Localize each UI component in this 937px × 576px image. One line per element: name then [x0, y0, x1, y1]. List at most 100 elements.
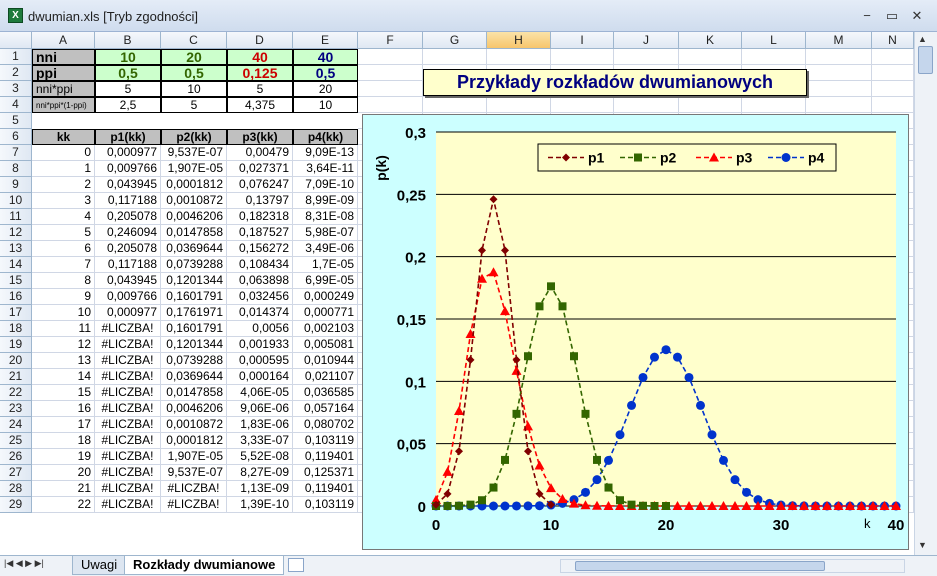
empty-cell[interactable] — [872, 81, 914, 97]
table-cell[interactable]: 0,205078 — [95, 241, 161, 257]
table-cell[interactable]: 1,907E-05 — [161, 161, 227, 177]
column-header-h[interactable]: H — [487, 32, 551, 49]
table-cell[interactable]: 0,0001812 — [161, 433, 227, 449]
table-cell[interactable]: 22 — [32, 497, 95, 513]
table-cell[interactable]: 0,0010872 — [161, 193, 227, 209]
table-header-p1kk[interactable]: p1(kk) — [95, 129, 161, 145]
table-cell[interactable]: 0,187527 — [227, 225, 293, 241]
empty-cell[interactable] — [358, 97, 423, 113]
table-cell[interactable]: 0,0369644 — [161, 369, 227, 385]
column-header-j[interactable]: J — [614, 32, 679, 49]
empty-cell[interactable] — [358, 65, 423, 81]
table-cell[interactable]: 3,33E-07 — [227, 433, 293, 449]
column-header-i[interactable]: I — [551, 32, 614, 49]
empty-cell[interactable] — [679, 97, 742, 113]
table-cell[interactable]: 1,907E-05 — [161, 449, 227, 465]
table-cell[interactable]: 19 — [32, 449, 95, 465]
table-cell[interactable]: 0,125371 — [293, 465, 358, 481]
insert-sheet-icon[interactable] — [288, 558, 304, 572]
scroll-up-arrow[interactable]: ▲ — [918, 34, 927, 44]
table-cell[interactable]: #LICZBA! — [95, 369, 161, 385]
table-cell[interactable]: 0,0001812 — [161, 177, 227, 193]
table-header-kk[interactable]: kk — [32, 129, 95, 145]
row-header-13[interactable]: 13 — [0, 241, 32, 257]
table-cell[interactable]: 0,0739288 — [161, 257, 227, 273]
vertical-scrollbar[interactable]: ▲ ▼ — [914, 32, 937, 555]
table-cell[interactable]: 4,06E-05 — [227, 385, 293, 401]
table-cell[interactable]: 0,009766 — [95, 289, 161, 305]
row-header-16[interactable]: 16 — [0, 289, 32, 305]
column-header-g[interactable]: G — [423, 32, 487, 49]
column-header-l[interactable]: L — [742, 32, 806, 49]
table-cell[interactable]: 1,13E-09 — [227, 481, 293, 497]
table-cell[interactable]: #LICZBA! — [95, 433, 161, 449]
row-header-27[interactable]: 27 — [0, 465, 32, 481]
table-cell[interactable]: 0,0369644 — [161, 241, 227, 257]
empty-cell[interactable] — [358, 49, 423, 65]
table-cell[interactable]: 4 — [32, 209, 95, 225]
table-cell[interactable]: 17 — [32, 417, 95, 433]
tab-first-arrow[interactable]: |◀ ◀ ▶ ▶| — [4, 558, 44, 569]
table-header-p3kk[interactable]: p3(kk) — [227, 129, 293, 145]
row-header-15[interactable]: 15 — [0, 273, 32, 289]
table-cell[interactable]: 0,027371 — [227, 161, 293, 177]
row-header-24[interactable]: 24 — [0, 417, 32, 433]
table-cell[interactable]: 0,000595 — [227, 353, 293, 369]
table-cell[interactable]: 0,0147858 — [161, 385, 227, 401]
row-header-18[interactable]: 18 — [0, 321, 32, 337]
table-cell[interactable]: 15 — [32, 385, 95, 401]
table-cell[interactable]: #LICZBA! — [95, 449, 161, 465]
column-header-m[interactable]: M — [806, 32, 872, 49]
empty-cell[interactable] — [614, 97, 679, 113]
table-cell[interactable]: 8,31E-08 — [293, 209, 358, 225]
table-cell[interactable]: 0,043945 — [95, 177, 161, 193]
select-all-corner[interactable] — [0, 32, 32, 49]
param-mean-3[interactable]: 5 — [227, 81, 293, 97]
table-cell[interactable]: 14 — [32, 369, 95, 385]
column-header-e[interactable]: E — [293, 32, 358, 49]
table-cell[interactable]: 0,000164 — [227, 369, 293, 385]
table-cell[interactable]: 0,043945 — [95, 273, 161, 289]
param-var-2[interactable]: 5 — [161, 97, 227, 113]
table-cell[interactable]: 0,156272 — [227, 241, 293, 257]
empty-cell[interactable] — [614, 49, 679, 65]
row-header-21[interactable]: 21 — [0, 369, 32, 385]
table-cell[interactable]: 0,13797 — [227, 193, 293, 209]
param-nni-2[interactable]: 20 — [161, 49, 227, 65]
row-header-1[interactable]: 1 — [0, 49, 32, 65]
table-cell[interactable]: #LICZBA! — [95, 385, 161, 401]
table-cell[interactable]: 0,000249 — [293, 289, 358, 305]
table-cell[interactable]: 0,205078 — [95, 209, 161, 225]
table-cell[interactable]: 0,117188 — [95, 193, 161, 209]
table-cell[interactable]: 7 — [32, 257, 95, 273]
row-header-9[interactable]: 9 — [0, 177, 32, 193]
table-cell[interactable]: 3,49E-06 — [293, 241, 358, 257]
table-cell[interactable]: #LICZBA! — [95, 353, 161, 369]
table-cell[interactable]: 10 — [32, 305, 95, 321]
table-cell[interactable]: 0,002103 — [293, 321, 358, 337]
table-cell[interactable]: 6 — [32, 241, 95, 257]
table-cell[interactable]: 0,001933 — [227, 337, 293, 353]
table-cell[interactable]: 0,009766 — [95, 161, 161, 177]
row-header-19[interactable]: 19 — [0, 337, 32, 353]
row-header-5[interactable]: 5 — [0, 113, 32, 129]
empty-cell[interactable] — [872, 65, 914, 81]
table-cell[interactable]: 0,0739288 — [161, 353, 227, 369]
empty-cell[interactable] — [551, 49, 614, 65]
table-cell[interactable]: 5 — [32, 225, 95, 241]
empty-cell[interactable] — [806, 97, 872, 113]
table-cell[interactable]: 5,52E-08 — [227, 449, 293, 465]
column-header-a[interactable]: A — [32, 32, 95, 49]
table-cell[interactable]: #LICZBA! — [95, 465, 161, 481]
hscroll-thumb[interactable] — [575, 561, 825, 571]
row-header-12[interactable]: 12 — [0, 225, 32, 241]
table-cell[interactable]: 3 — [32, 193, 95, 209]
table-cell[interactable]: 9,06E-06 — [227, 401, 293, 417]
param-mean-4[interactable]: 20 — [293, 81, 358, 97]
row-header-2[interactable]: 2 — [0, 65, 32, 81]
table-cell[interactable]: 0,0046206 — [161, 209, 227, 225]
table-cell[interactable]: 0,119401 — [293, 449, 358, 465]
empty-cell[interactable] — [423, 49, 487, 65]
minimize-button[interactable]: − — [856, 6, 878, 26]
table-cell[interactable]: 0,0046206 — [161, 401, 227, 417]
